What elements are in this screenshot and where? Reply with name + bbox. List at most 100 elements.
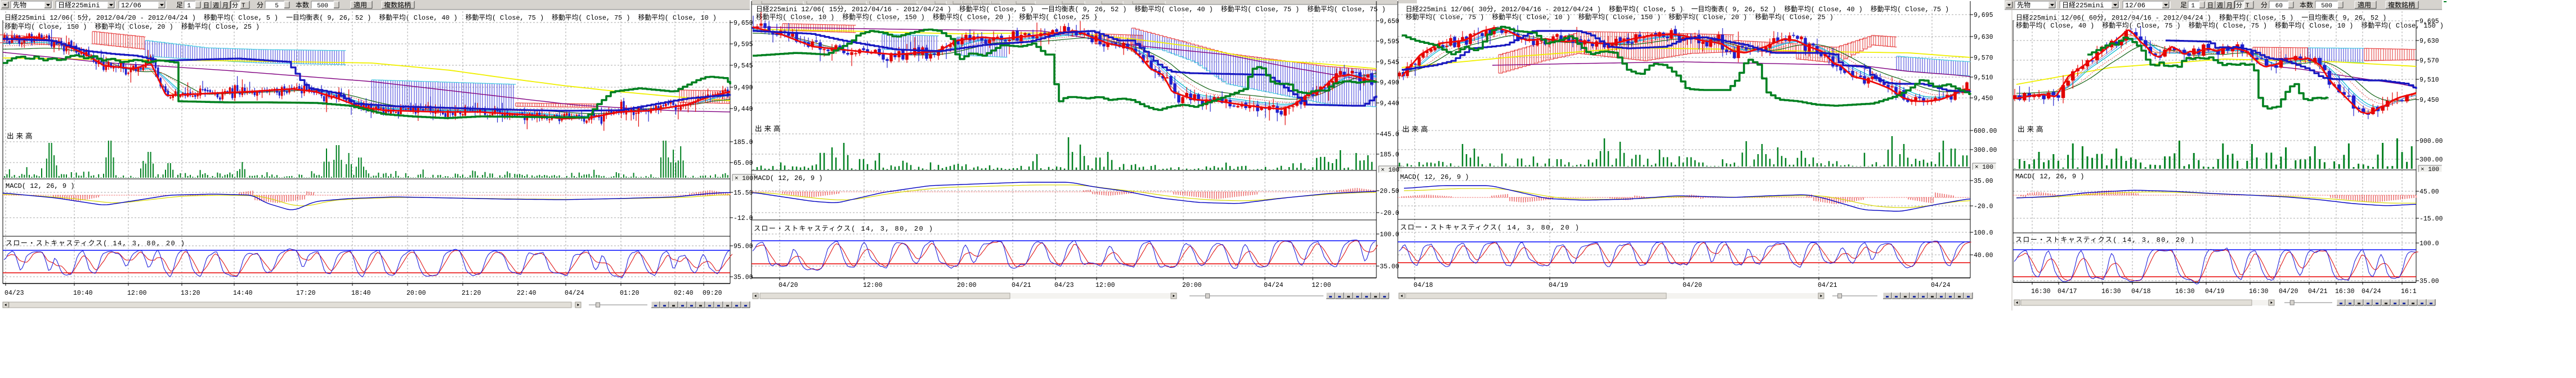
- svg-text:移動平均( Close, 10 ) 移動平均( Close: 移動平均( Close, 10 ) 移動平均( Close, 150 ) 移動平…: [756, 13, 1097, 21]
- svg-text:複数銘柄: 複数銘柄: [384, 1, 411, 10]
- svg-text:-15.00: -15.00: [2420, 215, 2443, 223]
- svg-text:04/21: 04/21: [1818, 282, 1837, 289]
- svg-text:60: 60: [2275, 3, 2283, 10]
- svg-text:500: 500: [317, 3, 328, 10]
- svg-text:04/20: 04/20: [2279, 288, 2298, 295]
- svg-text:9,440: 9,440: [734, 106, 753, 113]
- svg-text:9,695: 9,695: [2420, 18, 2439, 25]
- svg-text:04/19: 04/19: [2205, 288, 2225, 295]
- svg-text:04/21: 04/21: [2308, 288, 2328, 295]
- svg-text:適用: 適用: [354, 1, 367, 10]
- svg-text:14:40: 14:40: [233, 290, 253, 297]
- svg-text:日: 日: [2207, 2, 2213, 10]
- svg-text:MACD( 12, 26, 9 ): MACD( 12, 26, 9 ): [1400, 173, 1469, 181]
- svg-text:日経225mini: 日経225mini: [2062, 1, 2104, 10]
- svg-text:× 100: × 100: [1381, 167, 1399, 174]
- svg-text:04/24: 04/24: [2362, 288, 2381, 295]
- svg-text:本数: 本数: [2300, 1, 2313, 10]
- svg-text:04/24: 04/24: [565, 290, 584, 297]
- svg-text:出来高: 出来高: [7, 132, 35, 141]
- svg-text:100.0: 100.0: [1974, 230, 1993, 237]
- svg-text:02:40: 02:40: [674, 290, 694, 297]
- svg-text:04/18: 04/18: [2131, 288, 2151, 295]
- svg-text:9,570: 9,570: [1974, 55, 1993, 62]
- svg-text:04/24: 04/24: [1264, 282, 1283, 289]
- svg-text:35.00: 35.00: [1380, 263, 1399, 271]
- svg-text:20:00: 20:00: [406, 290, 426, 297]
- svg-text:12:00: 12:00: [1095, 282, 1115, 289]
- svg-text:900.00: 900.00: [2420, 138, 2443, 145]
- svg-text:9,630: 9,630: [2420, 38, 2439, 45]
- svg-text:足: 足: [2180, 2, 2187, 10]
- svg-text:300.00: 300.00: [1974, 147, 1997, 154]
- svg-text:300.00: 300.00: [2420, 156, 2443, 164]
- svg-text:週: 週: [2217, 2, 2223, 10]
- svg-text:本数: 本数: [296, 1, 309, 10]
- svg-text:出来高: 出来高: [755, 124, 783, 133]
- svg-text:1: 1: [187, 3, 191, 10]
- svg-text:20:00: 20:00: [957, 282, 977, 289]
- svg-text:出来高: 出来高: [2018, 125, 2046, 134]
- svg-text:× 100: × 100: [1975, 164, 1993, 171]
- svg-text:04/24: 04/24: [1931, 282, 1951, 289]
- svg-text:12/06: 12/06: [2125, 2, 2145, 10]
- svg-text:MACD( 12, 26, 9 ): MACD( 12, 26, 9 ): [2015, 173, 2084, 181]
- svg-text:185.0: 185.0: [734, 139, 753, 146]
- svg-text:分: 分: [257, 1, 263, 10]
- svg-text:MACD( 12, 26, 9 ): MACD( 12, 26, 9 ): [6, 182, 74, 190]
- svg-text:9,630: 9,630: [1974, 34, 1993, 41]
- svg-text:T: T: [2246, 3, 2249, 10]
- svg-text:9,570: 9,570: [2420, 57, 2439, 65]
- svg-text:-20.0: -20.0: [1974, 203, 1993, 210]
- svg-text:04/23: 04/23: [1054, 282, 1074, 289]
- svg-text:スロー・ストキャスティクス( 14, 3, 80, 20 ): スロー・ストキャスティクス( 14, 3, 80, 20 ): [6, 239, 185, 248]
- svg-text:65.00: 65.00: [734, 160, 753, 167]
- svg-text:9,450: 9,450: [2420, 97, 2439, 104]
- svg-text:週: 週: [213, 2, 219, 10]
- svg-text:35.00: 35.00: [2420, 278, 2439, 285]
- svg-text:22:40: 22:40: [517, 290, 536, 297]
- svg-text:12/06: 12/06: [121, 2, 141, 10]
- svg-text:分: 分: [2236, 2, 2242, 10]
- svg-text:35.00: 35.00: [734, 274, 753, 281]
- svg-text:スロー・ストキャスティクス( 14, 3, 80, 20 ): スロー・ストキャスティクス( 14, 3, 80, 20 ): [2015, 236, 2195, 244]
- svg-text:16:30: 16:30: [2249, 288, 2269, 295]
- svg-text:月: 月: [2226, 2, 2233, 10]
- svg-text:先物: 先物: [2017, 1, 2031, 10]
- svg-text:600.00: 600.00: [1974, 128, 1997, 135]
- svg-text:9,595: 9,595: [734, 41, 753, 48]
- svg-text:04/20: 04/20: [1683, 282, 1702, 289]
- svg-text:13:20: 13:20: [181, 290, 200, 297]
- svg-text:移動平均( Close, 150 ) 移動平均( Clos: 移動平均( Close, 150 ) 移動平均( Close, 20 ) 移動平…: [5, 22, 260, 31]
- svg-text:5: 5: [275, 3, 279, 10]
- svg-text:16:1: 16:1: [2401, 288, 2417, 295]
- svg-text:21:20: 21:20: [462, 290, 481, 297]
- svg-text:足: 足: [176, 2, 183, 10]
- svg-text:日経225mini: 日経225mini: [58, 1, 100, 10]
- svg-text:20:00: 20:00: [1182, 282, 1202, 289]
- svg-text:15.50: 15.50: [734, 190, 753, 197]
- svg-text:18:40: 18:40: [351, 290, 371, 297]
- svg-text:9,545: 9,545: [1380, 59, 1399, 66]
- svg-text:移動平均( Close, 40 ) 移動平均( Close: 移動平均( Close, 40 ) 移動平均( Close, 75 ) 移動平均…: [2016, 21, 2444, 30]
- svg-text:12:00: 12:00: [127, 290, 147, 297]
- svg-text:9,490: 9,490: [1380, 79, 1399, 87]
- svg-text:-20.0: -20.0: [1380, 210, 1399, 217]
- svg-text:04/18: 04/18: [1414, 282, 1433, 289]
- svg-text:日経225mini 12/06( 15分, 2012/04/: 日経225mini 12/06( 15分, 2012/04/16 - 2012/…: [756, 5, 1385, 14]
- svg-text:16:30: 16:30: [2031, 288, 2051, 295]
- svg-text:12:00: 12:00: [863, 282, 883, 289]
- svg-text:MACD( 12, 26, 9 ): MACD( 12, 26, 9 ): [754, 174, 822, 182]
- svg-text:9,450: 9,450: [1974, 95, 1993, 102]
- svg-text:月: 月: [222, 2, 229, 10]
- svg-text:17:20: 17:20: [296, 290, 316, 297]
- svg-text:9,510: 9,510: [1974, 74, 1993, 82]
- svg-text:9,510: 9,510: [2420, 76, 2439, 84]
- svg-text:20.50: 20.50: [1380, 188, 1399, 195]
- svg-text:04/21: 04/21: [1012, 282, 1031, 289]
- svg-text:1: 1: [2191, 3, 2195, 10]
- svg-text:9,490: 9,490: [734, 84, 753, 92]
- svg-text:04/23: 04/23: [5, 290, 24, 297]
- svg-text:9,440: 9,440: [1380, 100, 1399, 107]
- svg-text:分: 分: [2261, 1, 2268, 10]
